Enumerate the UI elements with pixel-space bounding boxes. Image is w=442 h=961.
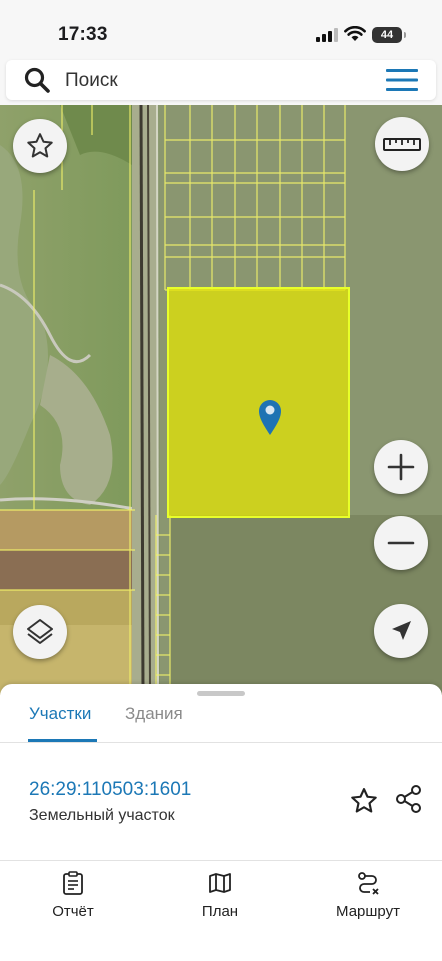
route-icon	[358, 872, 379, 895]
wifi-icon	[344, 26, 366, 41]
zoom-in-button[interactable]	[374, 440, 428, 494]
tab-buildings[interactable]: Здания	[125, 704, 183, 724]
zoom-out-button[interactable]	[374, 516, 428, 570]
bottom-navigation: Отчёт План Маршрут	[0, 860, 442, 961]
share-icon[interactable]	[394, 784, 424, 814]
tab-parcels[interactable]: Участки	[29, 704, 91, 724]
nav-report[interactable]: Отчёт	[13, 871, 133, 920]
sheet-divider	[0, 742, 442, 743]
cellular-signal-icon	[316, 28, 338, 42]
status-time: 17:33	[58, 24, 108, 45]
search-icon[interactable]	[24, 67, 50, 93]
search-input[interactable]: Поиск	[65, 70, 118, 92]
nav-plan-label: План	[201, 903, 239, 920]
nav-route-label: Маршрут	[336, 903, 400, 920]
ruler-button[interactable]	[375, 117, 429, 171]
favorite-map-button[interactable]	[13, 119, 67, 173]
hamburger-menu-icon[interactable]	[386, 69, 418, 91]
star-icon	[27, 133, 53, 158]
status-bar: 17:33 44	[0, 0, 442, 58]
layers-button[interactable]	[13, 605, 67, 659]
battery-indicator: 44	[372, 27, 406, 43]
nav-report-label: Отчёт	[52, 903, 94, 920]
parcel-bottom-sheet[interactable]: Участки Здания 26:29:110503:1601 Земельн…	[0, 684, 442, 860]
minus-icon	[387, 541, 415, 545]
ruler-icon	[383, 138, 421, 151]
cadastral-number-link[interactable]: 26:29:110503:1601	[29, 779, 191, 801]
layers-icon	[27, 619, 53, 644]
nav-route[interactable]: Маршрут	[308, 871, 428, 920]
sheet-drag-handle[interactable]	[197, 691, 245, 696]
map-icon	[209, 873, 231, 893]
report-icon	[63, 871, 83, 895]
navigation-arrow-icon	[392, 621, 411, 640]
plus-icon	[387, 453, 415, 481]
selected-parcel	[167, 287, 350, 518]
parcel-type-label: Земельный участок	[29, 807, 175, 824]
search-bar[interactable]: Поиск	[6, 60, 436, 100]
favorite-star-icon[interactable]	[349, 786, 379, 816]
my-location-button[interactable]	[374, 604, 428, 658]
satellite-map[interactable]	[0, 105, 442, 695]
satellite-imagery[interactable]	[0, 105, 442, 695]
nav-plan[interactable]: План	[160, 871, 280, 920]
